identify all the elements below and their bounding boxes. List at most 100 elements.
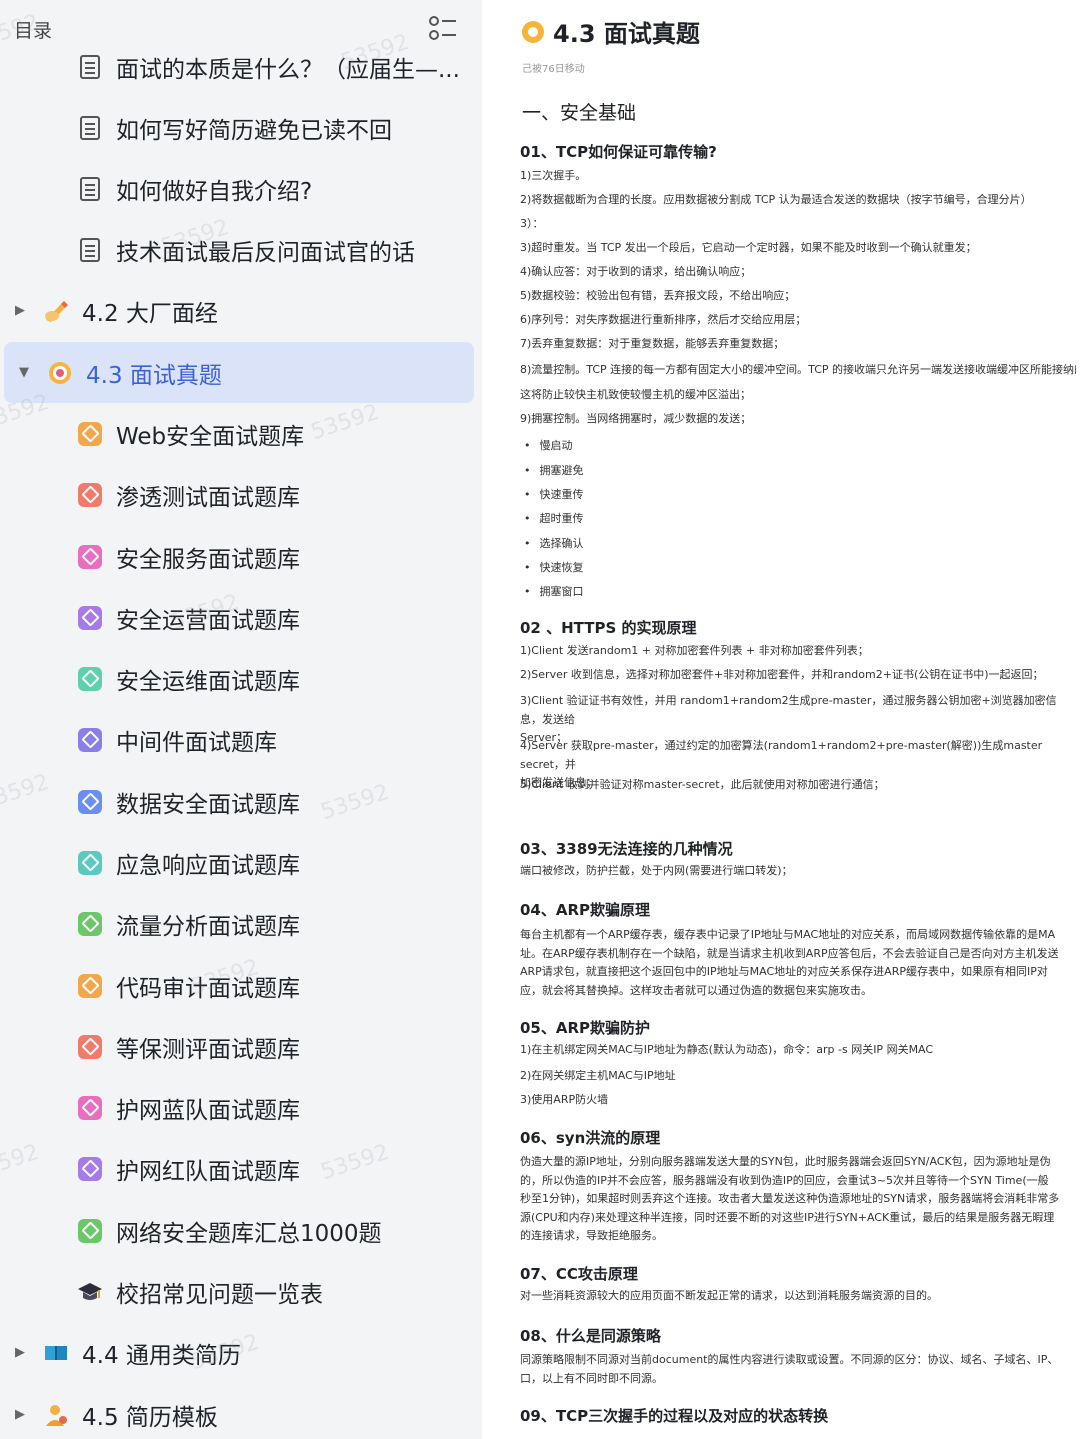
writing-hand-icon bbox=[42, 297, 70, 325]
gem-icon bbox=[76, 726, 104, 754]
question-heading: 03、3389无法连接的几种情况 bbox=[520, 840, 733, 858]
sidebar-item[interactable]: 中间件面试题库 bbox=[0, 709, 482, 770]
sidebar-item-label: 如何写好简历避免已读不回 bbox=[116, 117, 392, 144]
sidebar-item[interactable]: ▶ 4.2 大厂面经 bbox=[0, 280, 482, 341]
document-meta: 己被76日移动 bbox=[522, 64, 585, 75]
document-content: 4.3 面试真题 己被76日移动 一、安全基础 01、TCP如何保证可靠传输? 1… bbox=[482, 0, 1080, 1439]
collapsed-arrow-icon[interactable]: ▶ bbox=[12, 303, 28, 318]
paragraph: 端口被修改，防护拦截，处于内网(需要进行端口转发)； bbox=[520, 865, 793, 877]
sidebar-item-label: 4.2 大厂面经 bbox=[82, 300, 218, 327]
sidebar-item[interactable]: 面试的本质是什么？（应届生—... bbox=[0, 36, 482, 97]
sidebar-item[interactable]: ▶ 4.5 简历模板 bbox=[0, 1384, 482, 1439]
gem-icon bbox=[76, 543, 104, 571]
collapsed-arrow-icon[interactable]: ▶ bbox=[12, 1345, 28, 1360]
question-heading: 02 、HTTPS 的实现原理 bbox=[520, 619, 697, 637]
sidebar-item[interactable]: 安全运营面试题库 bbox=[0, 587, 482, 648]
page-title-text: 4.3 面试真题 bbox=[553, 20, 700, 48]
table-of-contents-sidebar: 目录 面试的本质是什么？（应届生—... 如何写好简历避免已读不回 如何做好自我介绍… bbox=[0, 0, 482, 1439]
sidebar-item-label: 渗透测试面试题库 bbox=[116, 484, 300, 511]
sidebar-item-label: 护网蓝队面试题库 bbox=[116, 1097, 300, 1124]
document-icon bbox=[76, 114, 104, 142]
sidebar-item[interactable]: ▶ 4.4 通用类简历 bbox=[0, 1322, 482, 1383]
gem-icon bbox=[76, 1155, 104, 1183]
sidebar-item-label: 安全服务面试题库 bbox=[116, 546, 300, 573]
question-heading: 08、什么是同源策略 bbox=[520, 1327, 661, 1345]
page-title: 4.3 面试真题 bbox=[522, 14, 700, 49]
list-item: 拥塞窗口 bbox=[524, 583, 584, 599]
paragraph: 5)数据校验：校验出包有错，丢弃报文段，不给出响应； bbox=[520, 290, 796, 302]
sidebar-item-label: 面试的本质是什么？（应届生—... bbox=[116, 56, 460, 83]
sidebar-item[interactable]: 渗透测试面试题库 bbox=[0, 464, 482, 525]
paragraph: 每台主机都有一个ARP缓存表，缓存表中记录了IP地址与MAC地址的对应关系，而局… bbox=[520, 928, 1059, 997]
sidebar-item[interactable]: 等保测评面试题库 bbox=[0, 1016, 482, 1077]
sidebar-item-label: 代码审计面试题库 bbox=[116, 975, 300, 1002]
sidebar-item-label: 校招常见问题一览表 bbox=[116, 1281, 323, 1308]
graduation-cap-icon bbox=[76, 1278, 104, 1306]
paragraph: 4)确认应答：对于收到的请求，给出确认响应； bbox=[520, 266, 752, 278]
sidebar-item[interactable]: 数据安全面试题库 bbox=[0, 771, 482, 832]
question-heading: 04、ARP欺骗原理 bbox=[520, 901, 651, 919]
sidebar-item-label: 4.3 面试真题 bbox=[86, 362, 222, 389]
gem-icon bbox=[76, 849, 104, 877]
paragraph: 3)超时重发。当 TCP 发出一个段后，它启动一个定时器，如果不能及时收到一个确… bbox=[520, 242, 977, 254]
sidebar-item[interactable]: 安全服务面试题库 bbox=[0, 526, 482, 587]
sidebar-item-label: 4.4 通用类简历 bbox=[82, 1342, 241, 1369]
sidebar-item-label: 技术面试最后反问面试官的话 bbox=[116, 239, 415, 266]
gem-icon bbox=[76, 972, 104, 1000]
paragraph: 5)Client 收到并验证对称master-secret，此后就使用对称加密进… bbox=[520, 779, 885, 791]
sidebar-item-label: 流量分析面试题库 bbox=[116, 913, 300, 940]
question-heading: 07、CC攻击原理 bbox=[520, 1265, 638, 1283]
sidebar-item-label: Web安全面试题库 bbox=[116, 423, 305, 450]
section-heading: 一、安全基础 bbox=[522, 102, 637, 124]
question-heading: 09、TCP三次握手的过程以及对应的状态转换 bbox=[520, 1407, 829, 1425]
collapsed-arrow-icon[interactable]: ▶ bbox=[12, 1407, 28, 1422]
paragraph: 伪造大量的源IP地址，分别向服务器端发送大量的SYN包，此时服务器端会返回SYN… bbox=[520, 1155, 1060, 1242]
paragraph: 对一些消耗资源较大的应用页面不断发起正常的请求，以达到消耗服务端资源的目的。 bbox=[520, 1290, 938, 1302]
sidebar-item[interactable]: 如何写好简历避免已读不回 bbox=[0, 97, 482, 158]
sidebar-item-label: 如何做好自我介绍? bbox=[116, 178, 313, 205]
paragraph: 1)三次握手。 bbox=[520, 170, 587, 182]
expanded-arrow-icon[interactable]: ▼ bbox=[16, 365, 32, 380]
list-item: 快速恢复 bbox=[524, 559, 584, 575]
paragraph: 8)流量控制。TCP 连接的每一方都有固定大小的缓冲空间。TCP 的接收端只允许… bbox=[520, 364, 1076, 376]
sidebar-item-label: 安全运维面试题库 bbox=[116, 668, 300, 695]
paragraph: 9)拥塞控制。当网络拥塞时，减少数据的发送； bbox=[520, 413, 752, 425]
gem-icon bbox=[76, 910, 104, 938]
question-heading: 06、syn洪流的原理 bbox=[520, 1129, 661, 1147]
book-icon bbox=[42, 1339, 70, 1367]
paragraph: 这将防止较快主机致使较慢主机的缓冲区溢出； bbox=[520, 389, 751, 401]
sidebar-item[interactable]: Web安全面试题库 bbox=[0, 403, 482, 464]
sidebar-item-label: 护网红队面试题库 bbox=[116, 1158, 300, 1185]
list-item: 快速重传 bbox=[524, 486, 584, 502]
gem-icon bbox=[76, 420, 104, 448]
person-icon bbox=[42, 1401, 70, 1429]
gem-icon bbox=[76, 1217, 104, 1245]
gem-icon bbox=[76, 1094, 104, 1122]
sidebar-item[interactable]: 如何做好自我介绍? bbox=[0, 158, 482, 219]
gem-icon bbox=[76, 665, 104, 693]
paragraph: 7)丢弃重复数据：对于重复数据，能够丢弃重复数据； bbox=[520, 338, 785, 350]
sidebar-item[interactable]: 安全运维面试题库 bbox=[0, 648, 482, 709]
paragraph: 1)在主机绑定网关MAC与IP地址为静态(默认为动态)，命令：arp -s 网关… bbox=[520, 1044, 934, 1056]
paragraph: 同源策略限制不同源对当前document的属性内容进行读取或设置。不同源的区分：… bbox=[520, 1353, 1059, 1385]
sidebar-item[interactable]: 护网蓝队面试题库 bbox=[0, 1077, 482, 1138]
sidebar-item[interactable]: 流量分析面试题库 bbox=[0, 893, 482, 954]
sidebar-item[interactable]: 网络安全题库汇总1000题 bbox=[0, 1200, 482, 1261]
target-icon bbox=[522, 20, 544, 43]
sidebar-item-label: 安全运营面试题库 bbox=[116, 607, 300, 634]
question-heading: 01、TCP如何保证可靠传输? bbox=[520, 143, 717, 161]
sidebar-item[interactable]: ▼ 4.3 面试真题 bbox=[4, 342, 474, 403]
list-item: 拥塞避免 bbox=[524, 462, 584, 478]
paragraph: 1)Client 发送random1 + 对称加密套件列表 + 非对称加密套件列… bbox=[520, 645, 869, 657]
sidebar-item[interactable]: 应急响应面试题库 bbox=[0, 832, 482, 893]
sidebar-item[interactable]: 校招常见问题一览表 bbox=[0, 1261, 482, 1322]
sidebar-item[interactable]: 代码审计面试题库 bbox=[0, 955, 482, 1016]
paragraph: 3）： bbox=[520, 218, 544, 230]
sidebar-item[interactable]: 护网红队面试题库 bbox=[0, 1138, 482, 1199]
list-item: 慢启动 bbox=[524, 437, 573, 453]
paragraph: 2)在网关绑定主机MAC与IP地址 bbox=[520, 1070, 676, 1082]
sidebar-item[interactable]: 技术面试最后反问面试官的话 bbox=[0, 219, 482, 280]
document-icon bbox=[76, 236, 104, 264]
sidebar-item-label: 应急响应面试题库 bbox=[116, 852, 300, 879]
sidebar-item-label: 数据安全面试题库 bbox=[116, 791, 300, 818]
